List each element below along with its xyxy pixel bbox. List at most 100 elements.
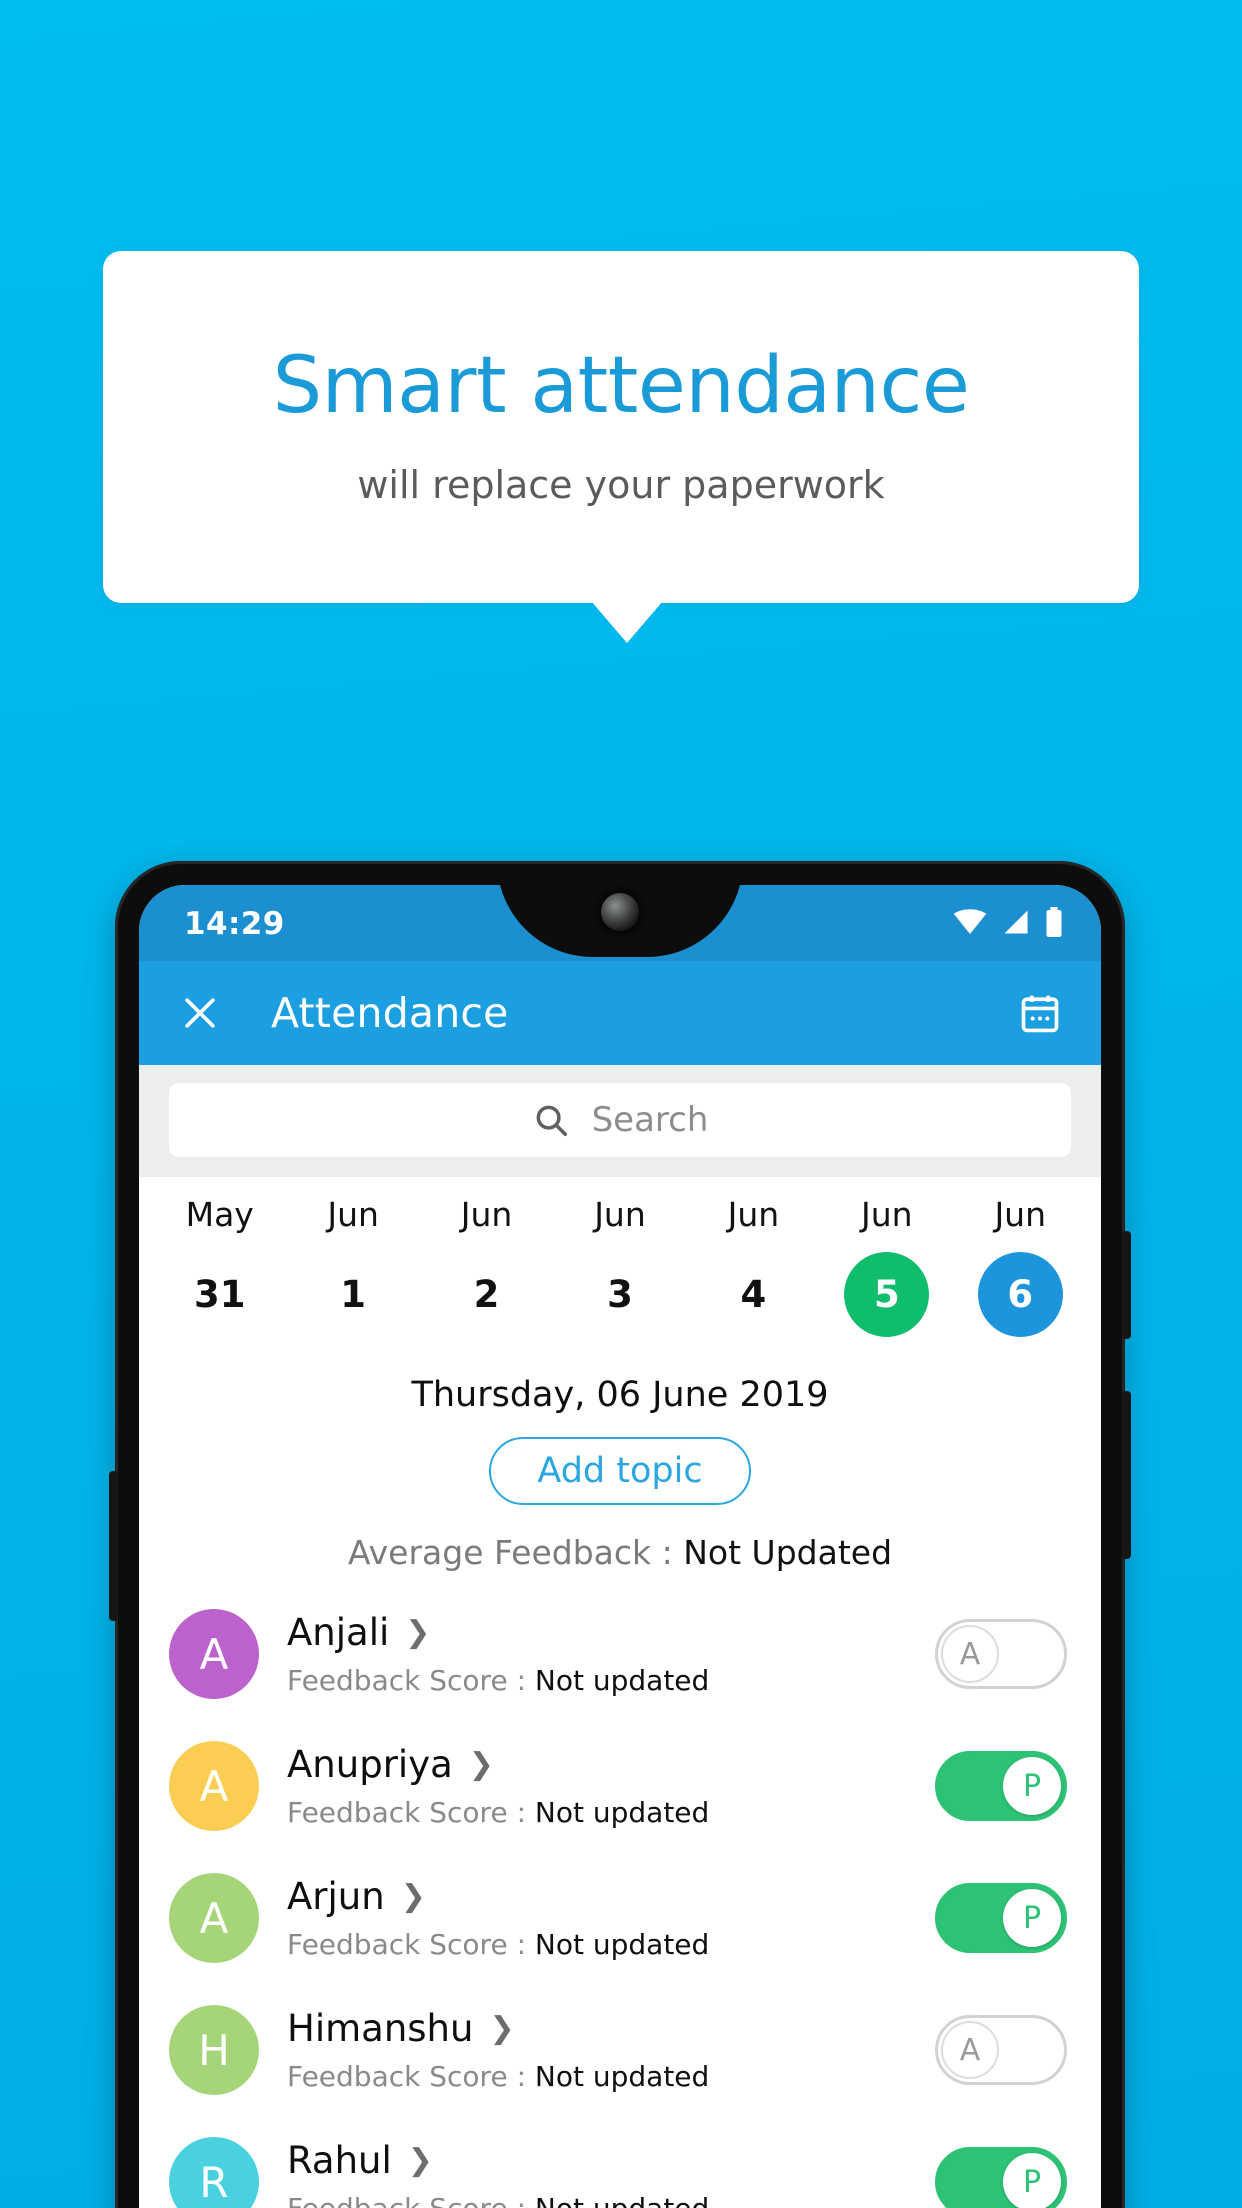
phone-side-button-left (109, 1471, 118, 1621)
attendance-toggle[interactable]: P (935, 1883, 1067, 1953)
search-placeholder: Search (591, 1100, 709, 1140)
phone-notch (497, 885, 743, 957)
attendance-toggle[interactable]: A (935, 2015, 1067, 2085)
status-bar: 14:29 (139, 885, 1101, 961)
status-time: 14:29 (184, 906, 285, 942)
day-number: 2 (473, 1273, 500, 1316)
student-name: Anjali (287, 1611, 390, 1654)
search-bar-container: Search (139, 1065, 1101, 1177)
chevron-right-icon[interactable]: ❯ (408, 2145, 433, 2176)
chevron-right-icon[interactable]: ❯ (405, 1617, 430, 1648)
day-month-label: Jun (327, 1195, 379, 1234)
calendar-button[interactable] (1013, 986, 1067, 1040)
student-name-line: Himanshu ❯ (287, 2007, 935, 2050)
feedback-value: Not updated (534, 1928, 710, 1961)
day-number-wrap: 1 (311, 1252, 396, 1337)
day-number-wrap: 4 (711, 1252, 796, 1337)
day-number-wrap: 2 (444, 1252, 529, 1337)
avatar: R (169, 2137, 259, 2208)
avatar: A (169, 1741, 259, 1831)
average-feedback-value: Not Updated (683, 1533, 893, 1572)
avatar: A (169, 1609, 259, 1699)
day-number: 5 (873, 1273, 900, 1316)
student-name: Anupriya (287, 1743, 453, 1786)
toggle-knob: P (1003, 1757, 1061, 1815)
student-info: Arjun ❯ Feedback Score : Not updated (287, 1875, 935, 1961)
chevron-right-icon[interactable]: ❯ (489, 2013, 514, 2044)
day-number-wrap: 3 (577, 1252, 662, 1337)
student-info: Anjali ❯ Feedback Score : Not updated (287, 1611, 935, 1697)
average-feedback-label: Average Feedback : (347, 1533, 684, 1572)
student-name: Rahul (287, 2139, 392, 2182)
student-list: A Anjali ❯ Feedback Score : Not updated … (139, 1588, 1101, 2208)
attendance-toggle[interactable]: P (935, 2147, 1067, 2208)
week-day-4[interactable]: Jun 4 (687, 1195, 820, 1337)
feedback-label: Feedback Score : (287, 2060, 535, 2093)
promo-title: Smart attendance (272, 341, 970, 431)
feedback-label: Feedback Score : (287, 2192, 535, 2208)
week-day-2[interactable]: Jun 2 (420, 1195, 553, 1337)
student-info: Rahul ❯ Feedback Score : Not updated (287, 2139, 935, 2208)
student-name: Arjun (287, 1875, 385, 1918)
feedback-label: Feedback Score : (287, 1928, 535, 1961)
day-number-wrap: 5 (844, 1252, 930, 1337)
day-number: 6 (1007, 1273, 1034, 1316)
page-title: Attendance (271, 989, 509, 1037)
search-icon (536, 1105, 567, 1136)
signal-icon (1004, 910, 1028, 934)
day-number: 3 (607, 1273, 633, 1316)
student-row[interactable]: H Himanshu ❯ Feedback Score : Not update… (139, 1984, 1101, 2116)
student-row[interactable]: A Anupriya ❯ Feedback Score : Not update… (139, 1720, 1101, 1852)
promo-card-tail (591, 601, 663, 643)
day-month-label: Jun (594, 1195, 646, 1234)
chevron-right-icon[interactable]: ❯ (469, 1749, 494, 1780)
promo-card: Smart attendance will replace your paper… (103, 251, 1139, 603)
week-day-5[interactable]: Jun 5 (820, 1195, 953, 1337)
day-month-label: Jun (460, 1195, 513, 1234)
average-feedback: Average Feedback : Not Updated (139, 1533, 1101, 1572)
day-month-label: May (185, 1195, 254, 1234)
close-button[interactable] (173, 986, 227, 1040)
add-topic-button[interactable]: Add topic (489, 1437, 751, 1505)
avatar-initial: R (199, 2157, 229, 2207)
week-day-1[interactable]: Jun 1 (286, 1195, 419, 1337)
chevron-right-icon[interactable]: ❯ (401, 1881, 426, 1912)
feedback-value: Not updated (534, 1796, 710, 1829)
avatar-initial: A (199, 1893, 229, 1943)
week-strip: May 31 Jun 1 Jun 2 Jun 3 Jun 4 Jun 5 Jun… (139, 1177, 1101, 1349)
student-row[interactable]: A Arjun ❯ Feedback Score : Not updated P (139, 1852, 1101, 1984)
week-day-6[interactable]: Jun 6 (954, 1195, 1087, 1337)
week-day-0[interactable]: May 31 (153, 1195, 286, 1337)
phone-mockup: 14:29 Attendance Search May 31 Jun 1 Jun… (109, 861, 1131, 2208)
battery-icon (1046, 907, 1062, 937)
promo-subtitle: will replace your paperwork (357, 463, 885, 507)
student-name-line: Rahul ❯ (287, 2139, 935, 2182)
student-feedback: Feedback Score : Not updated (287, 2060, 935, 2093)
day-number: 1 (340, 1273, 366, 1316)
search-input[interactable]: Search (169, 1083, 1071, 1157)
toggle-knob: A (941, 1625, 999, 1683)
selected-date-label: Thursday, 06 June 2019 (411, 1375, 829, 1415)
student-feedback: Feedback Score : Not updated (287, 1796, 935, 1829)
student-feedback: Feedback Score : Not updated (287, 2192, 935, 2208)
add-topic-container: Add topic (139, 1437, 1101, 1505)
attendance-toggle[interactable]: A (935, 1619, 1067, 1689)
day-number: 31 (193, 1273, 246, 1316)
student-info: Anupriya ❯ Feedback Score : Not updated (287, 1743, 935, 1829)
day-number-wrap: 31 (177, 1252, 262, 1337)
wifi-icon (953, 909, 987, 935)
student-name-line: Arjun ❯ (287, 1875, 935, 1918)
avatar-initial: A (199, 1761, 229, 1811)
attendance-toggle[interactable]: P (935, 1751, 1067, 1821)
close-icon (185, 998, 215, 1028)
student-row[interactable]: A Anjali ❯ Feedback Score : Not updated … (139, 1588, 1101, 1720)
student-info: Himanshu ❯ Feedback Score : Not updated (287, 2007, 935, 2093)
day-month-label: Jun (861, 1195, 913, 1234)
toggle-knob: A (941, 2021, 999, 2079)
avatar: A (169, 1873, 259, 1963)
student-row[interactable]: R Rahul ❯ Feedback Score : Not updated P (139, 2116, 1101, 2208)
avatar-initial: H (198, 2025, 230, 2075)
student-name-line: Anjali ❯ (287, 1611, 935, 1654)
week-day-3[interactable]: Jun 3 (553, 1195, 686, 1337)
feedback-label: Feedback Score : (287, 1664, 535, 1697)
